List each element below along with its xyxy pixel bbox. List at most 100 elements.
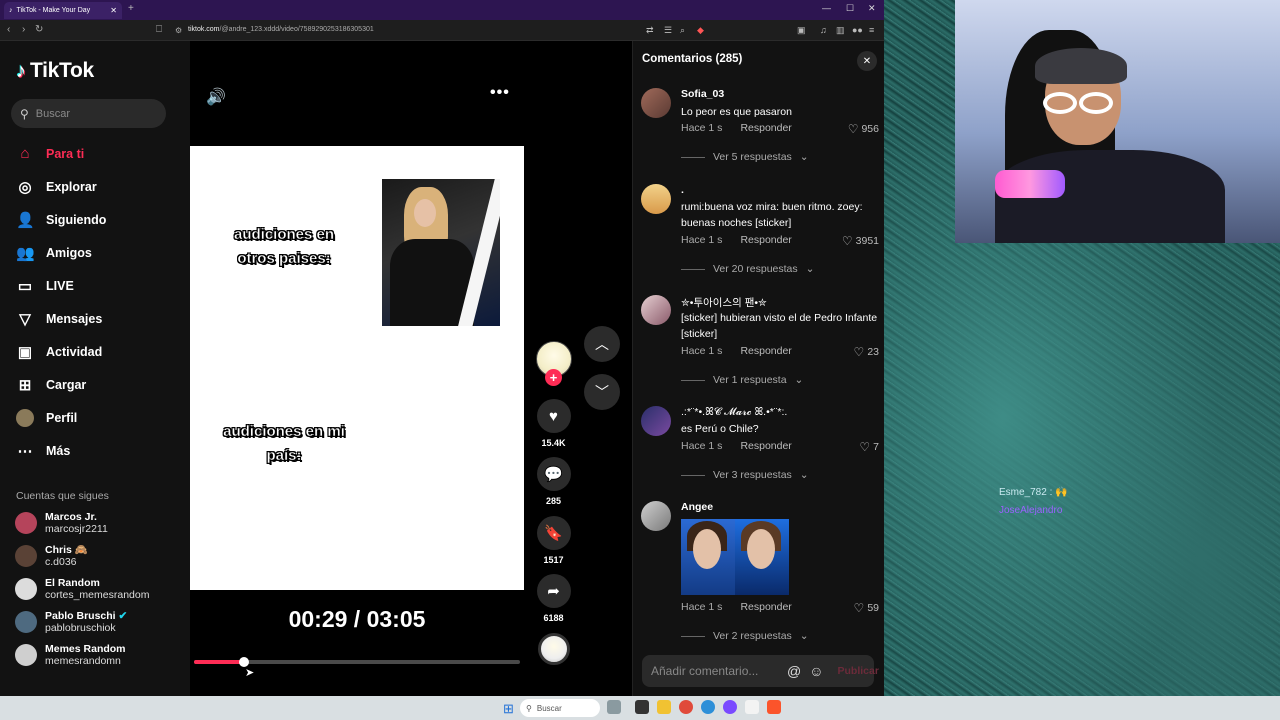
comment-like[interactable]: ♡ 23 [854,345,879,359]
file-explorer-icon[interactable] [657,700,671,714]
follow-plus-icon[interactable]: + [545,369,562,386]
comment-user[interactable]: Angee [681,501,713,513]
reply-button[interactable]: Responder [740,122,791,134]
nav-live[interactable]: ▭ LIVE [16,277,74,295]
volume-icon[interactable]: 🔊 [206,87,226,107]
comment-like[interactable]: ♡ 956 [848,122,879,136]
sidebar-toggle-icon[interactable]: ▥ [836,25,845,36]
like-action[interactable]: ♥ 15.4K [536,399,571,448]
music-disc-icon[interactable] [538,633,570,665]
view-replies-button[interactable]: Ver 5 respuestas ⌄ [681,151,809,163]
comment-user[interactable]: Sofia_03 [681,88,724,100]
reply-button[interactable]: Responder [740,440,791,452]
bookmark-icon[interactable]: ⎕ [156,24,162,35]
nav-actividad[interactable]: ▣ Actividad [16,343,102,361]
view-replies-button[interactable]: Ver 3 respuestas ⌄ [681,469,809,481]
next-video-button[interactable]: ﹀ [584,374,620,410]
menu-icon[interactable]: ≡ [869,25,874,35]
heart-icon[interactable]: ♥ [536,399,571,433]
minimize-icon[interactable]: — [822,3,831,13]
emoji-icon[interactable]: ☺ [809,663,823,679]
bookmark-icon[interactable]: 🔖 [536,516,571,550]
comment-like[interactable]: ♡ 59 [854,601,879,615]
chrome-icon[interactable] [679,700,693,714]
extensions-icon[interactable]: ♫ [820,25,827,35]
wallet-icon[interactable]: ●● [852,25,863,35]
brave-icon[interactable] [767,700,781,714]
search-input[interactable] [35,107,146,120]
nav-cargar[interactable]: ⊞ Cargar [16,376,87,394]
video-progress-bar[interactable] [194,657,520,667]
following-account[interactable]: Marcos Jr. marcosjr2211 [15,511,108,535]
nav-perfil[interactable]: Perfil [16,409,77,427]
site-info-icon[interactable]: ⚙ [175,26,182,35]
comment-like[interactable]: ♡ 3951 [842,234,879,248]
task-view-icon[interactable] [635,700,649,714]
discord-icon[interactable] [723,700,737,714]
comment-input[interactable] [651,664,779,678]
avatar[interactable] [641,88,671,118]
nav-para-ti[interactable]: ⌂ Para ti [16,145,84,162]
view-replies-button[interactable]: Ver 20 respuestas ⌄ [681,263,814,275]
more-options-icon[interactable]: ••• [490,84,510,102]
taskbar-search[interactable]: ⚲ Buscar [520,699,600,717]
zoom-icon[interactable]: ⌕ [680,25,685,36]
forward-icon[interactable]: › [22,24,25,35]
nav-amigos[interactable]: 👥 Amigos [16,244,92,262]
share-icon[interactable]: ➦ [536,574,571,608]
comment-image-sticker[interactable] [681,519,789,595]
nav-mas[interactable]: ⋯ Más [16,442,71,460]
comment-user[interactable]: .:*¨*•.ꕤ𝓒 𝓜𝓪𝓻𝓬 ꕤ.•*¨*:. [681,406,787,419]
app-icon[interactable] [745,700,759,714]
post-button[interactable]: Publicar [838,665,879,677]
avatar[interactable] [641,406,671,436]
reply-button[interactable]: Responder [740,601,791,613]
translate-icon[interactable]: ⇄ [646,25,654,36]
share-action[interactable]: ➦ 6188 [536,574,571,623]
close-comments-button[interactable]: ✕ [857,51,877,71]
view-replies-button[interactable]: Ver 1 respuesta ⌄ [681,374,803,386]
comment-icon[interactable]: 💬 [536,457,571,491]
view-replies-button[interactable]: Ver 2 respuestas ⌄ [681,630,809,642]
avatar[interactable] [641,501,671,531]
browser-tab[interactable]: ♪ TikTok - Make Your Day ✕ [4,2,122,19]
video-timecode: 00:29 / 03:05 [288,606,426,632]
reader-icon[interactable]: ☰ [664,25,672,36]
video-player[interactable]: audiciones en otros paises: audiciones e… [190,146,524,590]
comment-action[interactable]: 💬 285 [536,457,571,506]
mention-icon[interactable]: @ [787,663,801,679]
maximize-icon[interactable]: ☐ [846,3,854,14]
comment-user[interactable]: . [681,184,684,196]
screenshot-icon[interactable]: ▣ [797,25,806,36]
url-field[interactable]: tiktok.com/@andre_123.xddd/video/7589290… [188,26,374,33]
edge-icon[interactable] [701,700,715,714]
following-account[interactable]: El Random cortes_memesrandom [15,577,149,601]
nav-explorar[interactable]: ◎ Explorar [16,178,96,196]
tiktok-logo[interactable]: ♪ TikTok [16,59,94,83]
comment-like[interactable]: ♡ 7 [859,440,879,454]
verified-icon: ✔ [118,610,128,622]
avatar[interactable] [641,184,671,214]
following-account[interactable]: Pablo Bruschi ✔ pablobruschiok [15,610,127,634]
back-icon[interactable]: ‹ [7,24,10,35]
comment-user[interactable]: ✮•투아이스의 팬•✮ [681,295,767,310]
brave-shield-icon[interactable]: ◆ [697,25,704,36]
desktop-icon[interactable] [607,700,621,714]
avatar[interactable] [641,295,671,325]
previous-video-button[interactable]: ︿ [584,326,620,362]
new-tab-icon[interactable]: + [128,3,134,14]
nav-siguiendo[interactable]: 👤 Siguiendo [16,211,106,229]
account-name: Pablo Bruschi [45,610,116,622]
nav-mensajes[interactable]: ▽ Mensajes [16,310,102,328]
close-tab-icon[interactable]: ✕ [110,6,117,15]
video-caption-top: audiciones en otros paises: [233,226,335,267]
windows-start-icon[interactable]: ⊞ [503,701,514,717]
reply-button[interactable]: Responder [740,234,791,246]
following-account[interactable]: Memes Random memesrandomn [15,643,126,667]
save-action[interactable]: 🔖 1517 [536,516,571,565]
reload-icon[interactable]: ↻ [35,24,43,35]
following-account[interactable]: Chris 🙈 c.d036 [15,544,88,568]
window-close-icon[interactable]: ✕ [868,3,876,14]
reply-button[interactable]: Responder [740,345,791,357]
search-box[interactable]: ⚲ [11,99,166,128]
